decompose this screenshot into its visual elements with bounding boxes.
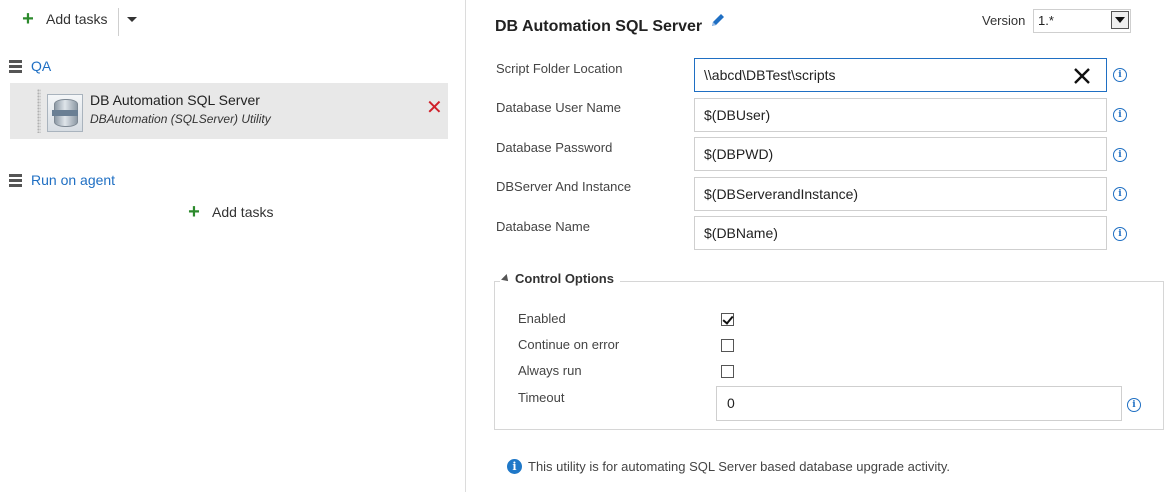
continue-on-error-label: Continue on error: [518, 337, 620, 352]
db-user-label: Database User Name: [496, 100, 621, 115]
always-run-checkbox[interactable]: [721, 365, 734, 378]
db-password-value: $(DBPWD): [704, 146, 774, 162]
db-server-value: $(DBServerandInstance): [704, 186, 859, 202]
phase-qa[interactable]: QA: [9, 58, 51, 74]
task-toolbar: + Add tasks: [0, 0, 465, 40]
enabled-checkbox[interactable]: [721, 313, 734, 326]
continue-on-error-checkbox[interactable]: [721, 339, 734, 352]
version-select[interactable]: 1.*: [1033, 9, 1131, 33]
always-run-label: Always run: [518, 363, 582, 378]
db-user-value: $(DBUser): [704, 107, 771, 123]
chevron-down-icon[interactable]: [1111, 11, 1129, 29]
drag-handle[interactable]: [37, 89, 41, 133]
footnote: i This utility is for automating SQL Ser…: [507, 459, 950, 474]
phase-label: QA: [31, 58, 52, 74]
task-editor: + Add tasks QA DB Automation SQL Server …: [0, 0, 1166, 492]
db-password-input[interactable]: $(DBPWD): [694, 137, 1107, 171]
server-stack-icon: [9, 173, 22, 187]
add-tasks-label: Add tasks: [212, 204, 274, 220]
enabled-label: Enabled: [518, 311, 566, 326]
task-title: DB Automation SQL Server: [90, 92, 260, 108]
plus-icon: +: [188, 201, 200, 223]
db-server-input[interactable]: $(DBServerandInstance): [694, 177, 1107, 211]
info-icon[interactable]: i: [1113, 68, 1127, 82]
db-name-input[interactable]: $(DBName): [694, 216, 1107, 250]
toolbar-divider: [118, 8, 119, 36]
info-icon[interactable]: i: [1113, 227, 1127, 241]
db-name-value: $(DBName): [704, 225, 778, 241]
timeout-input[interactable]: 0: [716, 386, 1122, 421]
script-folder-value: \\abcd\DBTest\scripts: [704, 67, 836, 83]
task-subtitle: DBAutomation (SQLServer) Utility: [90, 112, 271, 126]
control-options-toggle[interactable]: Control Options: [500, 271, 620, 286]
caret-down-icon[interactable]: [126, 13, 140, 27]
phase-run-on-agent[interactable]: Run on agent: [9, 172, 115, 188]
add-tasks-button[interactable]: + Add tasks: [20, 8, 108, 30]
db-name-label: Database Name: [496, 219, 590, 234]
db-server-label: DBServer And Instance: [496, 179, 632, 194]
add-tasks-label: Add tasks: [46, 11, 108, 27]
phase-label: Run on agent: [31, 172, 116, 188]
info-icon[interactable]: i: [1113, 187, 1127, 201]
task-heading: DB Automation SQL Server: [495, 18, 703, 35]
version-value: 1.*: [1038, 13, 1054, 28]
add-tasks-link[interactable]: + Add tasks: [186, 201, 274, 223]
db-user-input[interactable]: $(DBUser): [694, 98, 1107, 132]
info-icon[interactable]: i: [1113, 108, 1127, 122]
info-icon[interactable]: i: [1113, 148, 1127, 162]
version-label: Version: [982, 13, 1026, 28]
clear-x-icon[interactable]: [1072, 65, 1092, 85]
database-icon: [47, 94, 83, 132]
footnote-text: This utility is for automating SQL Serve…: [528, 459, 950, 474]
control-options-title: Control Options: [515, 271, 614, 286]
task-item-db-automation[interactable]: DB Automation SQL Server DBAutomation (S…: [10, 83, 448, 139]
info-icon: i: [507, 459, 522, 474]
info-icon[interactable]: i: [1127, 398, 1141, 412]
timeout-value: 0: [727, 395, 735, 411]
server-stack-icon: [9, 59, 22, 73]
script-folder-input[interactable]: \\abcd\DBTest\scripts: [694, 58, 1107, 92]
delete-x-icon[interactable]: ✕: [426, 98, 443, 118]
pencil-icon[interactable]: [710, 12, 726, 28]
collapse-triangle-icon: [501, 273, 511, 284]
task-list-panel: + Add tasks QA DB Automation SQL Server …: [0, 0, 466, 492]
plus-icon: +: [22, 8, 34, 30]
db-password-label: Database Password: [496, 140, 613, 155]
script-folder-label: Script Folder Location: [496, 61, 623, 76]
timeout-label: Timeout: [518, 390, 565, 405]
